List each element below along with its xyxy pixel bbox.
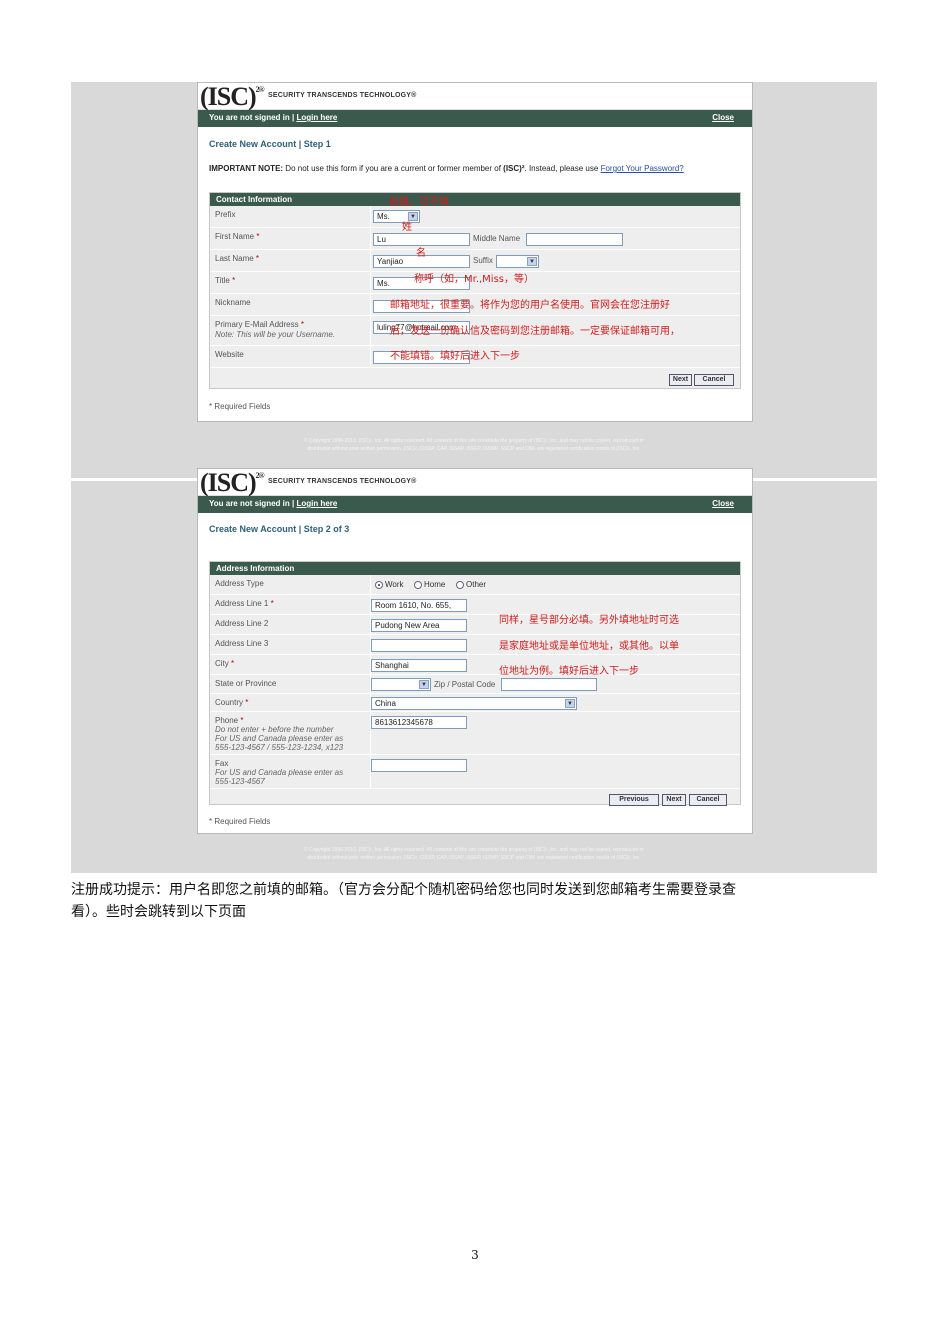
- state-select[interactable]: ▼: [371, 678, 431, 691]
- copyright-footer: © Copyright 1996-2010. (ISC)², Inc. All …: [304, 438, 644, 452]
- label-last-name: Last Name *: [215, 254, 260, 263]
- annotation-address-1: 同样，星号部分必填。另外填地址时可选: [499, 615, 679, 626]
- required-fields-note: * Required Fields: [209, 402, 271, 411]
- screenshot-step2: (ISC)2® SECURITY TRANSCENDS TECHNOLOGY® …: [71, 466, 877, 873]
- tagline: SECURITY TRANSCENDS TECHNOLOGY®: [268, 92, 417, 99]
- label-line1: Address Line 1 *: [215, 599, 274, 608]
- label-line2: Address Line 2: [215, 619, 269, 628]
- label-email: Primary E-Mail Address * Note: This will …: [215, 320, 336, 339]
- cancel-button[interactable]: Cancel: [694, 374, 734, 386]
- first-name-input[interactable]: Lu: [373, 233, 470, 246]
- close-link[interactable]: Close: [712, 499, 734, 508]
- annotation-prefix: 前缀，可不填: [389, 197, 449, 208]
- radio-work[interactable]: Work: [375, 580, 404, 589]
- login-link[interactable]: Login here: [296, 113, 337, 122]
- label-country: Country *: [215, 698, 249, 707]
- radio-selected-icon: [375, 580, 383, 589]
- label-city: City *: [215, 659, 235, 668]
- city-input[interactable]: Shanghai: [371, 659, 467, 672]
- label-title: Title *: [215, 276, 236, 285]
- signin-status: You are not signed in |: [209, 113, 297, 122]
- radio-icon: [414, 580, 422, 589]
- page-number: 3: [471, 1248, 479, 1262]
- page-title: Create New Account | Step 1: [209, 139, 331, 149]
- address-line1-input[interactable]: Room 1610, No. 655,: [371, 599, 467, 612]
- paragraph-line-1: 注册成功提示：用户名即您之前填的邮箱。（官方会分配个随机密码给您也同时发送到您邮…: [71, 882, 736, 898]
- radio-other[interactable]: Other: [456, 580, 486, 589]
- label-middle-name: Middle Name: [473, 234, 521, 243]
- annotation-title: 称呼（如，Mr.,Miss，等）: [414, 274, 535, 285]
- row-prefix: Prefix Ms. ▼: [210, 206, 740, 228]
- phone-input[interactable]: 8613612345678: [371, 716, 467, 729]
- body-paragraph: 注册成功提示：用户名即您之前填的邮箱。（官方会分配个随机密码给您也同时发送到您邮…: [71, 879, 883, 923]
- next-button[interactable]: Next: [669, 374, 692, 386]
- page-title: Create New Account | Step 2 of 3: [209, 524, 350, 534]
- status-bar: You are not signed in | Login here Close: [198, 496, 752, 513]
- annotation-address-3: 位地址为例。填好后进入下一步: [499, 666, 639, 677]
- cancel-button[interactable]: Cancel: [689, 794, 727, 806]
- row-line1: Address Line 1 * Room 1610, No. 655,: [210, 595, 740, 615]
- label-state: State or Province: [215, 679, 277, 688]
- address-line3-input[interactable]: [371, 639, 467, 652]
- isc2-logo: (ISC)2®: [200, 468, 265, 497]
- status-bar: You are not signed in | Login here Close: [198, 110, 752, 127]
- screenshot-step1: (ISC)2® SECURITY TRANSCENDS TECHNOLOGY® …: [71, 82, 877, 475]
- isc2-logo: (ISC)2®: [200, 82, 265, 111]
- chevron-down-icon: ▼: [527, 257, 537, 266]
- middle-name-input[interactable]: [526, 233, 623, 246]
- label-zip: Zip / Postal Code: [434, 680, 496, 689]
- label-fax: Fax For US and Canada please enter as 555-…: [215, 759, 344, 786]
- login-link[interactable]: Login here: [296, 499, 337, 508]
- row-country: Country * China ▼: [210, 694, 740, 712]
- label-line3: Address Line 3: [215, 639, 269, 648]
- row-address-type: Address Type Work Home Other: [210, 575, 740, 595]
- row-first-name: First Name * Lu Middle Name: [210, 228, 740, 250]
- annotation-address-2: 是家庭地址或是单位地址，或其他。以单: [499, 641, 679, 652]
- important-note: IMPORTANT NOTE: Do not use this form if …: [209, 164, 684, 173]
- chevron-down-icon: ▼: [565, 699, 575, 708]
- browser-window-step1: (ISC)2® SECURITY TRANSCENDS TECHNOLOGY® …: [197, 82, 753, 422]
- fax-input[interactable]: [371, 759, 467, 772]
- row-city: City * Shanghai: [210, 655, 740, 675]
- chevron-down-icon: ▼: [419, 680, 429, 689]
- chevron-down-icon: ▼: [408, 212, 418, 221]
- annotation-email-3: 不能填错。填好后进入下一步: [390, 351, 520, 362]
- label-address-type: Address Type: [215, 579, 264, 588]
- copyright-footer: © Copyright 1996-2010. (ISC)², Inc. All …: [304, 847, 644, 861]
- zip-input[interactable]: [501, 678, 597, 691]
- signin-status: You are not signed in |: [209, 499, 297, 508]
- annotation-first-name: 姓: [402, 222, 412, 233]
- address-line2-input[interactable]: Pudong New Area: [371, 619, 467, 632]
- header-bar: (ISC)2® SECURITY TRANSCENDS TECHNOLOGY®: [198, 82, 752, 111]
- annotation-last-name: 名: [416, 248, 426, 259]
- header-bar: (ISC)2® SECURITY TRANSCENDS TECHNOLOGY®: [198, 468, 752, 497]
- required-fields-note: * Required Fields: [209, 817, 271, 826]
- label-website: Website: [215, 350, 244, 359]
- forgot-password-link[interactable]: Forgot Your Password?: [601, 164, 684, 173]
- radio-icon: [456, 580, 464, 589]
- address-form: Address Information Address Type Work Ho…: [209, 561, 741, 806]
- annotation-email-2: 后，发送一份确认信及密码到您注册邮箱。一定要保证邮箱可用，: [390, 326, 680, 337]
- section-header: Address Information: [210, 562, 740, 575]
- country-select[interactable]: China ▼: [371, 697, 577, 710]
- next-button[interactable]: Next: [662, 794, 686, 806]
- label-phone: Phone * Do not enter + before the number F…: [215, 716, 344, 752]
- prefix-select[interactable]: Ms. ▼: [373, 210, 420, 223]
- row-state: State or Province ▼ Zip / Postal Code: [210, 675, 740, 694]
- annotation-email-1: 邮箱地址，很重要。将作为您的用户名使用。官网会在您注册好: [390, 300, 670, 311]
- label-first-name: First Name *: [215, 232, 260, 241]
- row-phone: Phone * Do not enter + before the number F…: [210, 712, 740, 755]
- row-last-name: Last Name * Yanjiao Suffix ▼: [210, 250, 740, 272]
- radio-home[interactable]: Home: [414, 580, 445, 589]
- section-header: Contact Information: [210, 193, 740, 206]
- label-prefix: Prefix: [215, 210, 236, 219]
- paragraph-line-2: 看）。些时会跳转到以下页面: [71, 904, 246, 920]
- close-link[interactable]: Close: [712, 113, 734, 122]
- tagline: SECURITY TRANSCENDS TECHNOLOGY®: [268, 478, 417, 485]
- suffix-select[interactable]: ▼: [496, 255, 539, 268]
- label-suffix: Suffix: [473, 256, 493, 265]
- row-fax: Fax For US and Canada please enter as 555-…: [210, 755, 740, 789]
- previous-button[interactable]: Previous: [609, 794, 659, 806]
- label-nickname: Nickname: [215, 298, 251, 307]
